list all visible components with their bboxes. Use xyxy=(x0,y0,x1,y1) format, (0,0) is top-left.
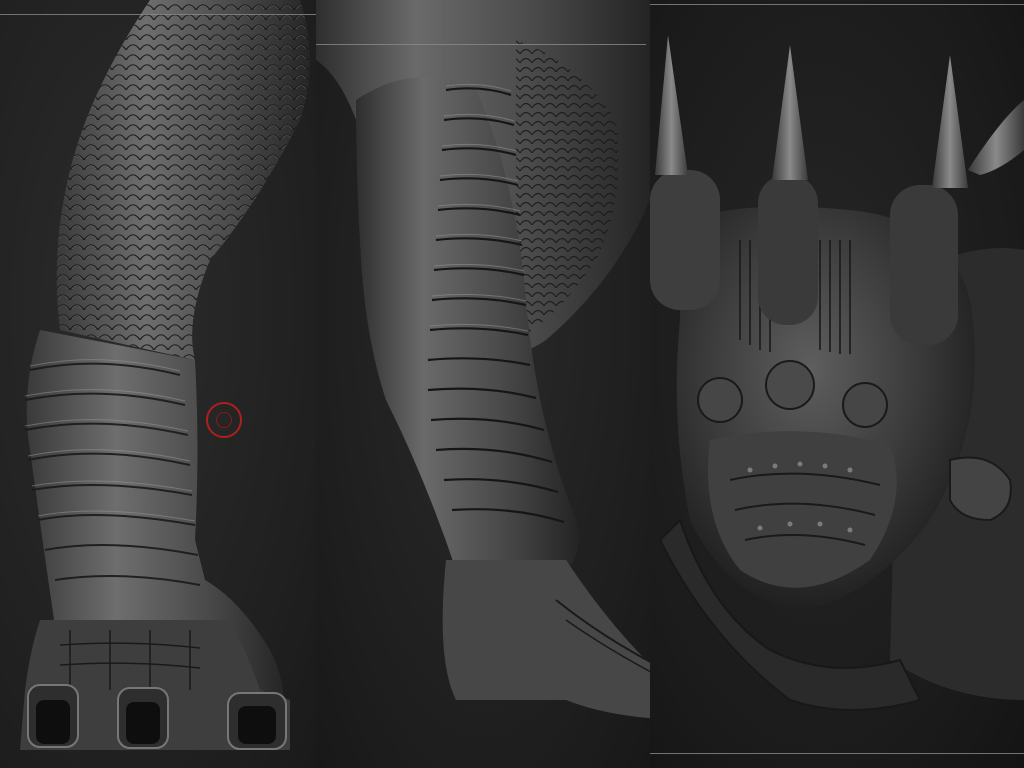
viewport-panel-left[interactable] xyxy=(0,0,316,768)
brush-cursor-center xyxy=(216,412,232,428)
viewport-guide-line xyxy=(0,14,316,15)
dragon-hand-claws-sculpt xyxy=(650,35,1024,711)
viewport-guide-line xyxy=(650,753,1024,754)
viewport-panel-middle[interactable] xyxy=(316,0,650,768)
dragon-leg-back-sculpt xyxy=(316,0,650,719)
viewport-guide-line xyxy=(316,44,646,45)
viewport-guide-line xyxy=(650,4,1024,5)
sculpt-viewport[interactable] xyxy=(0,0,1024,768)
dragon-leg-side-sculpt xyxy=(20,0,310,750)
viewport-panel-right[interactable] xyxy=(650,0,1024,768)
